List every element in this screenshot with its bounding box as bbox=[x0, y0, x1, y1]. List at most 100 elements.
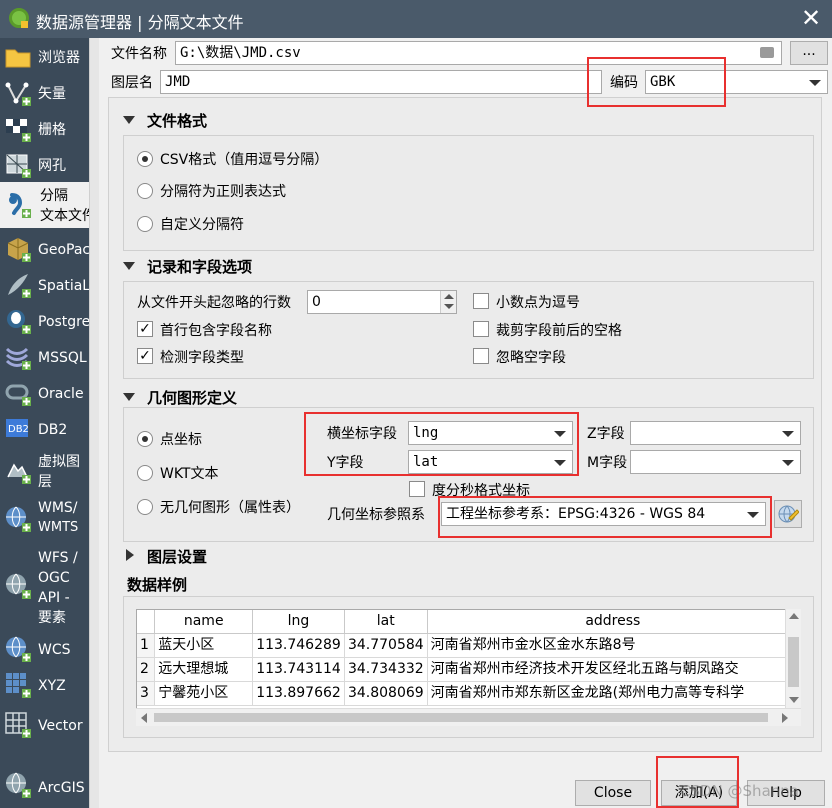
radio-csv[interactable] bbox=[137, 151, 153, 167]
sidebar-item-mesh[interactable]: 网孔 bbox=[0, 148, 89, 182]
column-header-lng[interactable]: lng bbox=[252, 610, 345, 634]
first-record-checkbox[interactable]: ✓ bbox=[137, 321, 153, 337]
table-row[interactable]: 3 宁馨苑小区 113.897662 34.808069 河南省郑州市郑东新区金… bbox=[137, 681, 799, 706]
sidebar-item-spatialite[interactable]: SpatiaLite bbox=[0, 268, 89, 302]
arcgis-icon bbox=[6, 772, 31, 798]
clear-icon[interactable] bbox=[760, 47, 774, 58]
column-header-address[interactable]: address bbox=[427, 610, 799, 634]
db2-icon: DB2 bbox=[6, 419, 29, 437]
sidebar-item-label: GeoPackage bbox=[38, 242, 89, 258]
vector-tile-icon bbox=[5, 712, 31, 738]
geometry-header[interactable]: 几何图形定义 bbox=[147, 387, 237, 408]
decimal-comma-label: 小数点为逗号 bbox=[496, 295, 580, 311]
crs-select[interactable]: 工程坐标参考系：EPSG:4326 - WGS 84 bbox=[441, 502, 766, 526]
chevron-down-icon bbox=[747, 512, 759, 518]
column-header-lat[interactable]: lat bbox=[344, 610, 428, 634]
scroll-up-icon[interactable] bbox=[789, 613, 799, 619]
scroll-right-icon[interactable] bbox=[782, 713, 788, 723]
decimal-comma-checkbox[interactable] bbox=[473, 293, 489, 309]
skip-lines-spinbox[interactable]: 0 bbox=[307, 290, 457, 314]
sidebar-item-virtual-layer[interactable]: 虚拟图 层 bbox=[0, 448, 89, 494]
sidebar-item-vector[interactable]: 矢量 bbox=[0, 76, 89, 110]
radio-custom[interactable] bbox=[137, 216, 153, 232]
x-field-value: lng bbox=[413, 425, 439, 441]
cell-address: 河南省郑州市郑东新区金龙路(郑州电力高等专科学 bbox=[427, 681, 799, 706]
table-row[interactable]: 1 蓝天小区 113.746289 34.770584 河南省郑州市金水区金水东… bbox=[137, 633, 799, 658]
sidebar-item-mssql[interactable]: MSSQL bbox=[0, 340, 89, 374]
y-field-label: Y字段 bbox=[327, 455, 364, 471]
oracle-icon bbox=[5, 384, 31, 406]
radio-regex[interactable] bbox=[137, 183, 153, 199]
mssql-icon bbox=[5, 347, 31, 370]
spin-up-icon[interactable] bbox=[444, 294, 454, 299]
sidebar-item-arcgis[interactable]: ArcGIS bbox=[0, 766, 89, 806]
sidebar-item-delimited-text[interactable]: 分隔 文本文件 bbox=[0, 182, 89, 228]
scroll-down-icon[interactable] bbox=[789, 697, 799, 703]
crs-selector-button[interactable] bbox=[774, 500, 802, 528]
sidebar-item-postgresql[interactable]: PostgreSQL bbox=[0, 304, 89, 338]
close-button[interactable]: Close bbox=[575, 780, 651, 806]
radio-regex-label: 分隔符为正则表达式 bbox=[160, 184, 286, 200]
detect-types-checkbox[interactable]: ✓ bbox=[137, 348, 153, 364]
sidebar-item-label-2: OGC bbox=[38, 570, 70, 586]
records-header[interactable]: 记录和字段选项 bbox=[147, 256, 252, 277]
xyz-icon bbox=[6, 673, 31, 698]
x-field-select[interactable]: lng bbox=[408, 421, 573, 445]
layer-settings-header[interactable]: 图层设置 bbox=[147, 546, 207, 567]
expand-icon[interactable] bbox=[126, 549, 134, 561]
y-field-select[interactable]: lat bbox=[408, 450, 573, 474]
sidebar-item-vector-tiles[interactable]: Vector bbox=[0, 708, 89, 742]
layer-name-input[interactable]: JMD bbox=[160, 70, 602, 94]
sidebar-scrollbar[interactable] bbox=[89, 38, 99, 808]
scroll-left-icon[interactable] bbox=[141, 713, 147, 723]
radio-no-geometry[interactable] bbox=[137, 499, 153, 515]
discard-empty-checkbox[interactable] bbox=[473, 348, 489, 364]
file-name-label: 文件名称 bbox=[111, 46, 167, 62]
sidebar-item-oracle[interactable]: Oracle bbox=[0, 376, 89, 410]
file-format-header[interactable]: 文件格式 bbox=[147, 110, 207, 131]
sidebar-item-wcs[interactable]: WCS bbox=[0, 632, 89, 666]
geopackage-icon bbox=[7, 238, 31, 262]
sidebar-item-wms[interactable]: WMS/ WMTS bbox=[0, 496, 89, 542]
spin-arrows[interactable] bbox=[440, 291, 456, 313]
sidebar-item-label-3: API - bbox=[38, 590, 70, 606]
window-title: 数据源管理器 | 分隔文本文件 bbox=[36, 13, 244, 32]
wcs-icon bbox=[6, 636, 31, 662]
chevron-down-icon bbox=[554, 460, 566, 466]
dms-checkbox[interactable] bbox=[409, 481, 425, 497]
collapse-icon[interactable] bbox=[123, 116, 135, 124]
sidebar-item-browser[interactable]: 浏览器 bbox=[0, 40, 89, 74]
spin-down-icon[interactable] bbox=[444, 304, 454, 309]
sidebar-item-wfs[interactable]: WFS / OGC API - 要素 bbox=[0, 546, 89, 630]
collapse-icon[interactable] bbox=[123, 393, 135, 401]
collapse-icon[interactable] bbox=[123, 262, 135, 270]
radio-wkt[interactable] bbox=[137, 465, 153, 481]
browse-button[interactable]: ... bbox=[790, 41, 828, 65]
encoding-value: GBK bbox=[650, 74, 676, 90]
scroll-thumb[interactable] bbox=[788, 637, 799, 687]
sidebar-item-label: MSSQL bbox=[38, 350, 87, 366]
sidebar-item-db2[interactable]: DB2 DB2 bbox=[0, 412, 89, 446]
trim-fields-checkbox[interactable] bbox=[473, 321, 489, 337]
m-field-select[interactable] bbox=[630, 450, 801, 474]
row-number: 2 bbox=[137, 657, 156, 682]
z-field-select[interactable] bbox=[630, 421, 801, 445]
virtual-layer-icon bbox=[7, 463, 31, 484]
radio-wkt-label: WKT文本 bbox=[160, 466, 219, 482]
svg-text:DB2: DB2 bbox=[8, 424, 29, 435]
cell-name: 蓝天小区 bbox=[154, 633, 254, 658]
sidebar-item-xyz[interactable]: XYZ bbox=[0, 668, 89, 702]
sidebar-item-raster[interactable]: 栅格 bbox=[0, 112, 89, 146]
encoding-select[interactable]: GBK bbox=[645, 70, 828, 94]
close-icon[interactable]: ✕ bbox=[798, 6, 824, 32]
table-horizontal-scrollbar[interactable] bbox=[136, 708, 801, 726]
table-row[interactable]: 2 远大理想城 113.743114 34.734332 河南省郑州市经济技术开… bbox=[137, 657, 799, 682]
table-vertical-scrollbar[interactable] bbox=[785, 609, 801, 708]
sidebar-item-label: 矢量 bbox=[38, 86, 66, 102]
scroll-thumb[interactable] bbox=[154, 713, 768, 722]
sidebar-item-label: 浏览器 bbox=[38, 50, 80, 66]
column-header-name[interactable]: name bbox=[154, 610, 254, 634]
file-path-input[interactable]: G:\数据\JMD.csv bbox=[175, 41, 782, 65]
sidebar-item-geopackage[interactable]: GeoPackage bbox=[0, 232, 89, 266]
radio-point[interactable] bbox=[137, 431, 153, 447]
